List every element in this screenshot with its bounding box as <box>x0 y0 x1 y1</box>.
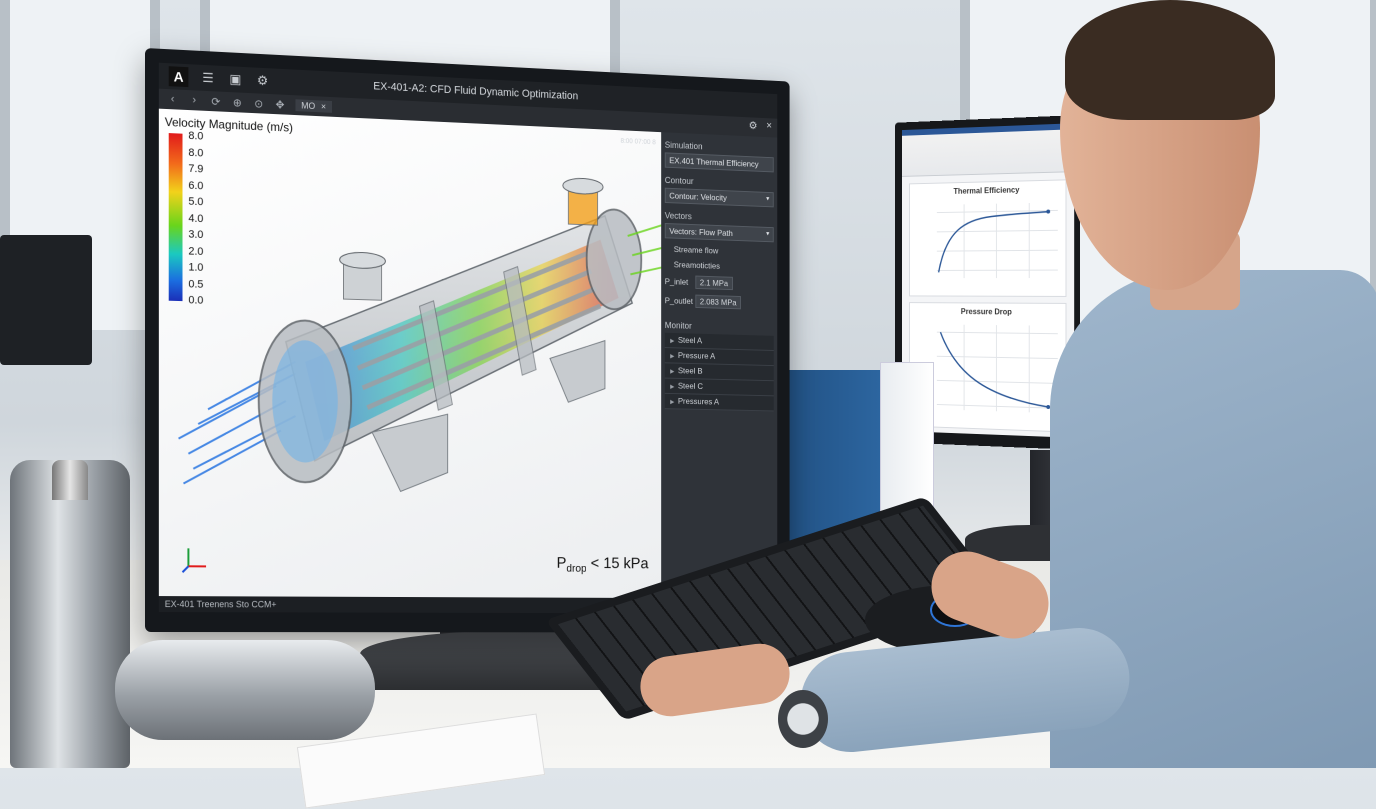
metal-valve-part <box>10 460 130 768</box>
window-controls: ⚙ × <box>749 119 772 132</box>
heat-exchanger-model[interactable] <box>159 109 661 514</box>
menu-icon[interactable]: ☰ <box>200 70 216 87</box>
properties-panel: Simulation EX.401 Thermal Efficiency Con… <box>661 132 777 598</box>
pdrop-value: < 15 kPa <box>587 555 649 572</box>
tree-item-label: Pressure A <box>678 350 715 360</box>
zoom-fit-icon[interactable]: ⊙ <box>251 95 267 112</box>
tree-item[interactable]: ▶ Pressures A <box>665 394 774 412</box>
expand-arrow-icon: ▶ <box>670 354 674 360</box>
thermal-efficiency-chart: Thermal Efficiency <box>909 179 1066 297</box>
forward-icon[interactable]: › <box>186 92 202 109</box>
expand-arrow-icon: ▶ <box>670 384 674 390</box>
vectors-select[interactable]: Vectors: Flow Path ▾ <box>665 223 774 242</box>
vectors-label: Vectors <box>665 211 774 225</box>
spreadsheet-ribbon[interactable] <box>902 123 1074 177</box>
tree-item-label: Steel A <box>678 335 702 345</box>
axis-triad-icon <box>181 544 210 574</box>
background-monitor <box>0 235 92 365</box>
main-monitor: A ☰ ▣ ⚙ EX-401-A2: CFD Fluid Dynamic Opt… <box>145 48 790 633</box>
settings-icon[interactable]: ⚙ <box>255 73 271 90</box>
streamline-option[interactable]: Streame flow <box>674 244 774 257</box>
streamlines-option[interactable]: Sreamoticties <box>674 260 774 273</box>
close-tab-icon[interactable]: × <box>321 101 326 111</box>
thermal-efficiency-plot <box>910 180 1066 296</box>
expand-arrow-icon: ▶ <box>670 339 674 345</box>
pdrop-subscript: drop <box>566 563 586 575</box>
document-tab[interactable]: MO × <box>295 99 331 113</box>
p-outlet-label: P_outlet <box>665 296 692 306</box>
3d-viewport[interactable]: Velocity Magnitude (m/s) 8.0 8.0 7.9 6.0… <box>159 109 661 598</box>
cfd-application-window: A ☰ ▣ ⚙ EX-401-A2: CFD Fluid Dynamic Opt… <box>159 63 777 614</box>
save-icon[interactable]: ▣ <box>228 71 244 88</box>
simulation-field[interactable]: EX.401 Thermal Efficiency <box>665 152 774 172</box>
contour-label: Contour <box>665 175 774 189</box>
vectors-select-value: Vectors: Flow Path <box>669 226 732 238</box>
back-icon[interactable]: ‹ <box>165 91 181 108</box>
contour-select[interactable]: Contour: Velocity ▾ <box>665 188 774 208</box>
chevron-down-icon: ▾ <box>766 193 769 206</box>
pressure-drop-annotation: Pdrop < 15 kPa <box>557 555 649 575</box>
metal-exchanger-model <box>115 640 375 740</box>
p-inlet-value[interactable]: 2.1 MPa <box>695 276 732 291</box>
app-logo-icon[interactable]: A <box>169 66 189 87</box>
tree-item-label: Steel B <box>678 366 703 376</box>
p-inlet-row: P_inlet 2.1 MPa <box>665 275 774 292</box>
close-window-icon[interactable]: × <box>766 120 772 133</box>
p-inlet-label: P_inlet <box>665 276 692 286</box>
status-text: EX-401 Treenens Sto CCM+ <box>165 599 277 609</box>
rotate-icon[interactable]: ⟳ <box>208 93 224 110</box>
p-outlet-row: P_outlet 2.083 MPa <box>665 294 774 311</box>
p-outlet-value[interactable]: 2.083 MPa <box>695 295 741 310</box>
chevron-down-icon: ▾ <box>766 228 769 241</box>
tree-item-label: Pressures A <box>678 396 719 406</box>
engineer-hair <box>1065 0 1275 120</box>
document-tab-label: MO <box>301 101 315 112</box>
contour-select-value: Contour: Velocity <box>669 191 727 203</box>
wristwatch <box>778 690 828 748</box>
zoom-in-icon[interactable]: ⊕ <box>230 94 246 111</box>
monitor-label: Monitor <box>665 320 774 333</box>
pan-icon[interactable]: ✥ <box>272 96 287 113</box>
settings-gear-icon[interactable]: ⚙ <box>749 119 758 132</box>
expand-arrow-icon: ▶ <box>670 400 674 406</box>
pdrop-symbol: P <box>557 555 567 571</box>
expand-arrow-icon: ▶ <box>670 369 674 375</box>
tree-item-label: Steel C <box>678 381 703 391</box>
